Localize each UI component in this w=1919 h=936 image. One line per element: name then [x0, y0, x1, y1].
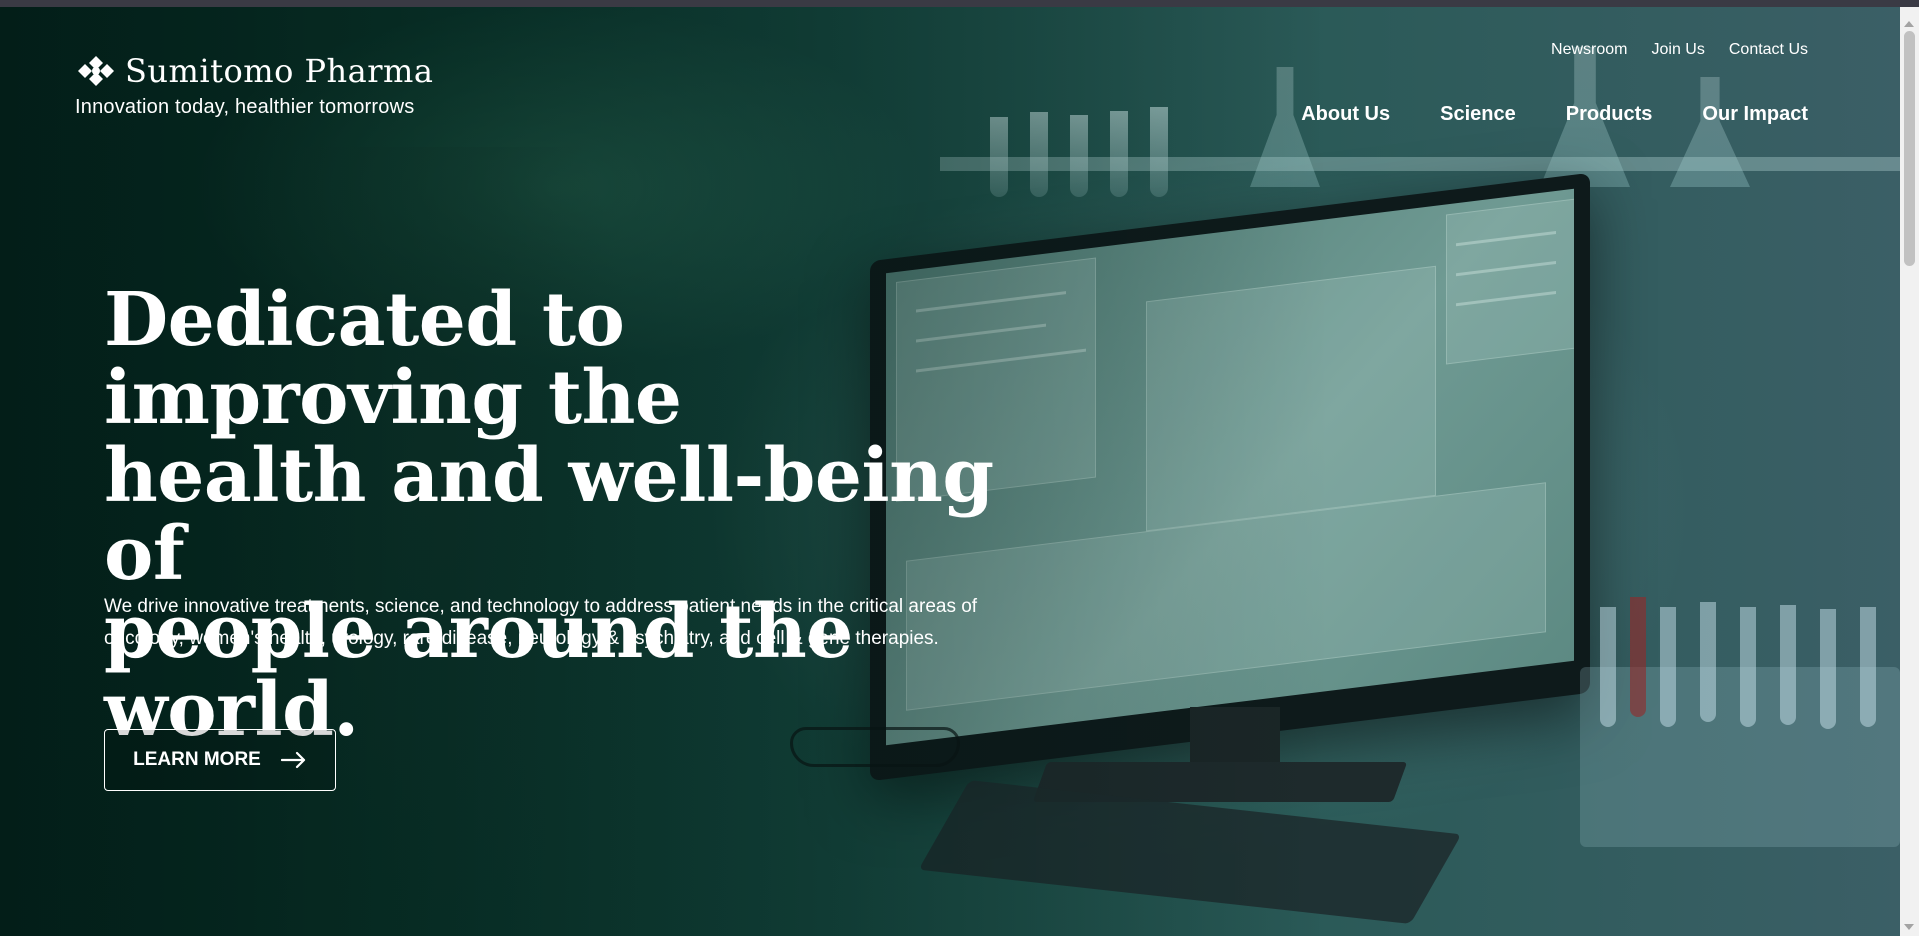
hero-subcopy-line: oncology, women's health, urology, rare …: [104, 628, 939, 649]
browser-top-strip: [0, 0, 1919, 7]
scroll-up-arrow-icon[interactable]: [1904, 21, 1914, 27]
hero-headline-line: Dedicated to improving the: [104, 277, 682, 441]
brand-tagline: Innovation today, healthier tomorrows: [75, 96, 415, 118]
learn-more-button[interactable]: LEARN MORE: [104, 729, 336, 791]
nav-link-join-us[interactable]: Join Us: [1652, 41, 1705, 59]
nav-link-our-impact[interactable]: Our Impact: [1702, 103, 1808, 126]
hero-headline-line: health and well-being of: [104, 433, 994, 597]
main-nav: About Us Science Products Our Impact: [1301, 103, 1808, 126]
arrow-right-icon: [280, 751, 305, 769]
sumitomo-logo-icon: [78, 56, 114, 86]
brand-name: Sumitomo Pharma: [125, 52, 434, 90]
hero-section: Sumitomo Pharma Innovation today, health…: [0, 7, 1900, 936]
page-scrollbar[interactable]: [1900, 7, 1919, 936]
hero-headline: Dedicated to improving the health and we…: [104, 281, 1064, 749]
nav-link-about-us[interactable]: About Us: [1301, 103, 1390, 126]
learn-more-label: LEARN MORE: [133, 749, 261, 770]
nav-link-newsroom[interactable]: Newsroom: [1551, 41, 1627, 59]
scroll-down-arrow-icon[interactable]: [1904, 924, 1914, 930]
brand-row: Sumitomo Pharma: [75, 54, 433, 88]
nav-link-science[interactable]: Science: [1440, 103, 1516, 126]
utility-nav: Newsroom Join Us Contact Us: [1551, 41, 1808, 59]
nav-link-products[interactable]: Products: [1566, 103, 1653, 126]
hero-subcopy: We drive innovative treatments, science,…: [104, 591, 1064, 655]
nav-link-contact-us[interactable]: Contact Us: [1729, 41, 1808, 59]
hero-subcopy-line: We drive innovative treatments, science,…: [104, 596, 978, 617]
scrollbar-thumb[interactable]: [1904, 31, 1915, 266]
brand-logo[interactable]: Sumitomo Pharma Innovation today, health…: [75, 54, 433, 119]
